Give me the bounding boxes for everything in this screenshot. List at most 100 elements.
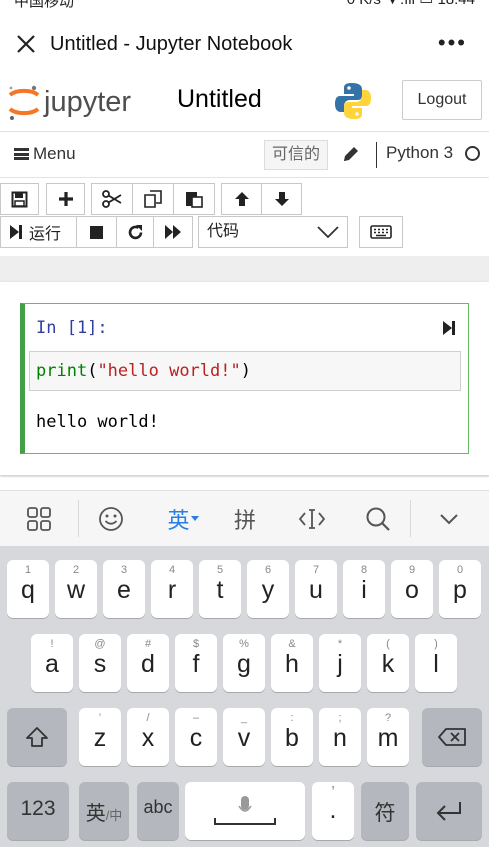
key-y[interactable]: 6y <box>247 560 289 618</box>
ime-cursor-button[interactable] <box>297 505 327 533</box>
step-forward-icon[interactable] <box>442 320 456 336</box>
jupyter-logo[interactable]: jupyter <box>6 82 151 122</box>
browser-title-bar: Untitled - Jupyter Notebook ••• <box>0 18 489 72</box>
key-c[interactable]: – c <box>175 708 217 766</box>
microphone-icon <box>214 796 276 825</box>
key-x[interactable]: / x <box>127 708 169 766</box>
key-d[interactable]: # d <box>127 634 169 692</box>
language-key-sublabel: /中 <box>105 808 123 823</box>
run-cell-button[interactable]: 运行 <box>0 216 77 248</box>
carrier-label: 中国移动 <box>14 0 75 10</box>
symbols-key-label: 符 <box>374 802 396 825</box>
notebook-area: In [1]: print("hello world!") hello worl… <box>0 282 489 477</box>
toolbar-divider <box>0 256 489 282</box>
key-j[interactable]: * j <box>319 634 361 692</box>
interrupt-kernel-button[interactable] <box>76 216 117 248</box>
ime-search-button[interactable] <box>364 505 392 533</box>
menu-label: Menu <box>33 144 76 163</box>
chevron-down-icon <box>440 514 458 525</box>
ime-collapse-button[interactable] <box>437 505 461 533</box>
numbers-key-label: 123 <box>20 797 56 820</box>
code-token-string: "hello world!" <box>97 361 241 381</box>
python-logo-icon <box>335 83 371 119</box>
soft-keyboard: 1q 2w 3e 4r 5t 6y 7u 8i 9o 0p ! a @ s # d $… <box>0 546 489 847</box>
logout-button[interactable]: Logout <box>402 80 482 120</box>
key-q[interactable]: 1q <box>7 560 49 618</box>
backspace-key[interactable] <box>422 708 482 766</box>
numbers-key[interactable]: 123 <box>7 782 69 840</box>
more-menu-button[interactable]: ••• <box>438 30 467 56</box>
code-editor[interactable]: print("hello world!") <box>29 351 461 391</box>
key-l[interactable]: ) l <box>415 634 457 692</box>
ime-grid-icon[interactable] <box>25 505 53 533</box>
cell-type-select[interactable]: 代码 <box>198 216 348 248</box>
punctuation-key[interactable]: ’ . <box>312 782 354 840</box>
key-s[interactable]: @ s <box>79 634 121 692</box>
space-key[interactable] <box>185 782 305 840</box>
notebook-page: In [1]: print("hello world!") hello worl… <box>0 282 489 475</box>
notebook-name[interactable]: Untitled <box>177 85 262 114</box>
status-bar: 中国移动 0 K/s ▼.ıll ▭ 18:44 <box>0 0 489 10</box>
ime-language-label: 英 <box>167 508 190 533</box>
key-n[interactable]: ; n <box>319 708 361 766</box>
restart-kernel-button[interactable] <box>116 216 154 248</box>
cut-cell-button[interactable] <box>91 183 133 215</box>
backspace-icon <box>438 728 466 746</box>
key-g[interactable]: % g <box>223 634 265 692</box>
key-e[interactable]: 3e <box>103 560 145 618</box>
close-icon[interactable] <box>14 32 38 56</box>
ime-emoji-button[interactable] <box>97 505 125 533</box>
paste-cell-button[interactable] <box>173 183 215 215</box>
keyboard-icon <box>370 225 392 239</box>
code-token-paren-open: ( <box>87 361 98 381</box>
key-u[interactable]: 7u <box>295 560 337 618</box>
key-i[interactable]: 8i <box>343 560 385 618</box>
caret-down-icon <box>190 516 199 521</box>
ime-pinyin-button[interactable]: 拼 <box>230 505 260 533</box>
key-w[interactable]: 2w <box>55 560 97 618</box>
key-f[interactable]: $ f <box>175 634 217 692</box>
key-z[interactable]: ’ z <box>79 708 121 766</box>
command-palette-button[interactable] <box>359 216 403 248</box>
arrow-up-icon <box>234 192 249 206</box>
input-prompt: In [1]: <box>36 318 108 338</box>
shift-key[interactable] <box>7 708 67 766</box>
hamburger-icon <box>14 148 29 160</box>
code-cell[interactable]: In [1]: print("hello world!") hello worl… <box>20 303 469 454</box>
key-p[interactable]: 0p <box>439 560 481 618</box>
language-switch-key[interactable]: 英/中 <box>79 782 129 840</box>
key-r[interactable]: 4r <box>151 560 193 618</box>
stop-icon <box>90 225 103 239</box>
arrow-down-icon <box>274 192 289 206</box>
copy-icon <box>144 190 162 208</box>
key-a[interactable]: ! a <box>31 634 73 692</box>
restart-run-all-button[interactable] <box>153 216 193 248</box>
kernel-name[interactable]: Python 3 <box>386 143 453 163</box>
key-h[interactable]: & h <box>271 634 313 692</box>
key-b[interactable]: :b <box>271 708 313 766</box>
jupyter-logo-text: jupyter <box>43 86 131 118</box>
abc-key[interactable]: abc <box>137 782 179 840</box>
run-button-label: 运行 <box>29 226 62 243</box>
insert-cell-button[interactable] <box>46 183 85 215</box>
key-o[interactable]: 9o <box>391 560 433 618</box>
ime-separator <box>78 500 79 537</box>
key-k[interactable]: (k <box>367 634 409 692</box>
key-v[interactable]: _ v <box>223 708 265 766</box>
browser-page-title: Untitled - Jupyter Notebook <box>50 33 293 55</box>
save-button[interactable] <box>0 183 39 215</box>
move-cell-up-button[interactable] <box>221 183 262 215</box>
key-t[interactable]: 5t <box>199 560 241 618</box>
symbols-key[interactable]: 符 <box>361 782 409 840</box>
pencil-icon[interactable] <box>341 144 361 164</box>
move-cell-down-button[interactable] <box>261 183 302 215</box>
save-icon <box>11 191 28 207</box>
ime-language-toggle[interactable]: 英 <box>162 505 204 533</box>
step-forward-icon <box>10 225 22 239</box>
trusted-badge[interactable]: 可信的 <box>264 140 328 170</box>
enter-key[interactable] <box>416 782 482 840</box>
copy-cell-button[interactable] <box>132 183 174 215</box>
ime-toolbar: 英 拼 <box>0 490 489 546</box>
menu-toggle-button[interactable]: Menu <box>14 144 76 164</box>
key-m[interactable]: ? m <box>367 708 409 766</box>
